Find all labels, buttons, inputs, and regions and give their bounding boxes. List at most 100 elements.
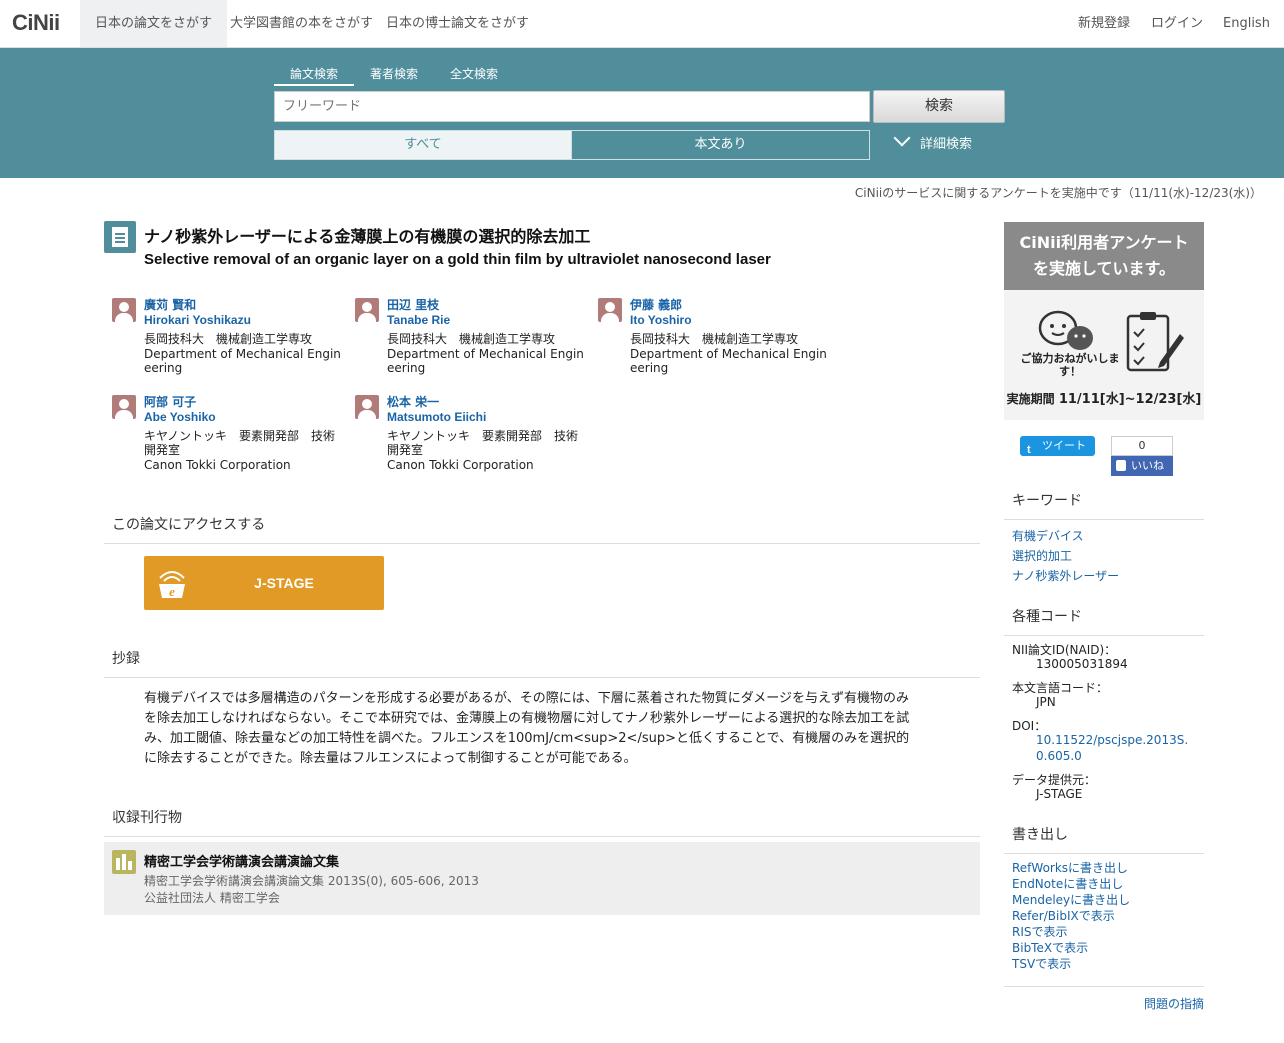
author-name-ja[interactable]: 松本 栄一 [387,395,587,410]
author-affiliation-en: Department of Mechanical Engineering [630,347,827,375]
author-affiliation-ja: 長岡技科大 機械創造工学専攻 [630,332,799,346]
export-endnote-link[interactable]: EndNoteに書き出し [1012,875,1123,892]
author-name-en[interactable]: Tanabe Rie [387,313,587,328]
author-affiliation-ja: キヤノントッキ 要素開発部 技術開発室 [387,429,579,457]
person-icon [355,298,379,322]
chevron-down-icon [893,129,911,147]
keyword-link[interactable]: 有機デバイス [1012,527,1084,544]
like-count: 0 [1111,436,1173,456]
author-affiliation-ja: 長岡技科大 機械創造工学専攻 [144,332,313,346]
facebook-like-widget[interactable]: 0 いいね [1111,436,1173,476]
author-card: 伊藤 義郎 Ito Yoshiro 長岡技科大 機械創造工学専攻 Departm… [598,298,830,375]
search-button[interactable]: 検索 [873,90,1005,123]
publication-title[interactable]: 精密工学会学術講演会講演論文集 [144,851,339,870]
export-ris-link[interactable]: RISで表示 [1012,923,1068,940]
tweet-label: ツイート [1042,440,1086,452]
banner-ask: ご協力おねがいします！ [1020,352,1120,378]
banner-period-label: 実施期間 [1006,392,1055,406]
author-name-en[interactable]: Matsumoto Eiichi [387,410,587,425]
banner-header: CiNii利用者アンケート を実施しています。 [1004,222,1204,290]
nav-tab-dissertations[interactable]: 日本の博士論文をさがす [371,0,544,47]
survey-notice[interactable]: CiNiiのサービスに関するアンケートを実施中です（11/11(水)-12/23… [855,184,1262,201]
export-mendeley-link[interactable]: Mendeleyに書き出し [1012,891,1130,908]
author-name-ja[interactable]: 伊藤 義郎 [630,298,830,313]
author-affiliation-en: Canon Tokki Corporation [387,458,534,472]
like-label: いいね [1131,459,1164,472]
report-problem-link[interactable]: 問題の指摘 [1144,995,1204,1012]
author-card: 松本 栄一 Matsumoto Eiichi キヤノントッキ 要素開発部 技術開… [355,395,587,472]
doi-link[interactable]: 10.11522/pscjspe.2013S.0.605.0 [1036,732,1196,764]
publication-card: 精密工学会学術講演会講演論文集 精密工学会学術講演会講演論文集 2013S(0)… [104,842,980,915]
keyword-link[interactable]: 選択的加工 [1012,547,1072,564]
author-affiliation-en: Canon Tokki Corporation [144,458,291,472]
codes-heading: 各種コード [1004,606,1204,636]
jstage-label: J-STAGE [254,575,314,591]
nav-tab-books[interactable]: 大学図書館の本をさがす [215,0,388,47]
nav-tab-articles[interactable]: 日本の論文をさがす [80,0,228,47]
jstage-button[interactable]: e J-STAGE [144,556,384,610]
author-name-en[interactable]: Hirokari Yoshikazu [144,313,344,328]
search-input[interactable] [274,91,870,122]
code-label: データ提供元： [1012,773,1097,787]
code-label: NII論文ID(NAID)： [1012,643,1117,657]
keywords-heading: キーワード [1004,490,1204,520]
thumbs-up-icon [1116,460,1126,471]
survey-banner[interactable]: CiNii利用者アンケート を実施しています。 ご協力おねがいします！ 実施期間… [1004,222,1204,420]
export-heading: 書き出し [1004,824,1204,854]
author-name-en[interactable]: Ito Yoshiro [630,313,830,328]
access-heading: この論文にアクセスする [104,514,980,544]
author-name-ja[interactable]: 田辺 里枝 [387,298,587,313]
author-name-ja[interactable]: 阿部 可子 [144,395,344,410]
advanced-search-label: 詳細検索 [920,137,973,152]
author-name-en[interactable]: Abe Yoshiko [144,410,344,425]
person-icon [355,395,379,419]
banner-line2: を実施しています。 [1033,259,1175,278]
export-tsv-link[interactable]: TSVで表示 [1012,955,1071,972]
search-tab-authors[interactable]: 著者検索 [370,65,418,86]
like-button[interactable]: いいね [1111,456,1173,476]
author-affiliation-en: Department of Mechanical Engineering [387,347,584,375]
keyword-link[interactable]: ナノ秒紫外レーザー [1012,567,1119,584]
author-name-ja[interactable]: 廣苅 賢和 [144,298,344,313]
abstract-heading: 抄録 [104,648,980,678]
search-band: 論文検索 著者検索 全文検索 検索 すべて 本文あり 詳細検索 [0,48,1284,178]
banner-period: 実施期間 11/11[水]~12/23[水] [1004,388,1204,407]
abstract-text: 有機デバイスでは多層構造のパターンを形成する必要があるが、その際には、下層に蒸着… [144,691,910,766]
banner-line1: CiNii利用者アンケート [1019,233,1189,252]
person-icon [112,395,136,419]
divider [1004,986,1204,987]
provider-value: J-STAGE [1036,787,1083,801]
publication-detail: 精密工学会学術講演会講演論文集 2013S(0), 605-606, 2013 [144,874,479,888]
author-card: 阿部 可子 Abe Yoshiko キヤノントッキ 要素開発部 技術開発室 Ca… [112,395,344,472]
banner-period-dates: 11/11[水]~12/23[水] [1058,392,1202,407]
english-link[interactable]: English [1223,0,1270,47]
tweet-button[interactable]: t ツイート [1020,436,1095,456]
filter-all[interactable]: すべて [274,130,572,160]
search-tab-fulltext[interactable]: 全文検索 [450,65,498,86]
language-value: JPN [1036,695,1056,709]
clipboard-checklist-icon [1126,312,1184,372]
login-link[interactable]: ログイン [1151,0,1203,47]
author-card: 廣苅 賢和 Hirokari Yoshikazu 長岡技科大 機械創造工学専攻 … [112,298,344,375]
document-icon [104,221,136,253]
author-affiliation-ja: キヤノントッキ 要素開発部 技術開発室 [144,429,336,457]
author-affiliation-ja: 長岡技科大 機械創造工学専攻 [387,332,556,346]
article-title-ja: ナノ秒紫外レーザーによる金薄膜上の有機膜の選択的除去加工 [144,227,591,246]
article-title-en: Selective removal of an organic layer on… [144,251,771,268]
author-card: 田辺 里枝 Tanabe Rie 長岡技科大 機械創造工学専攻 Departme… [355,298,587,375]
code-label: 本文言語コード： [1012,681,1109,695]
twitter-bird-icon: t [1027,444,1031,456]
filter-fulltext[interactable]: 本文あり [571,130,870,160]
journal-icon [112,850,136,874]
person-icon [112,298,136,322]
person-icon [598,298,622,322]
search-tab-articles[interactable]: 論文検索 [274,65,355,86]
export-refworks-link[interactable]: RefWorksに書き出し [1012,859,1128,876]
register-link[interactable]: 新規登録 [1078,0,1130,47]
chat-bubbles-icon [1038,310,1093,350]
publication-heading: 収録刊行物 [104,807,980,837]
export-refer-link[interactable]: Refer/BibIXで表示 [1012,907,1115,924]
cinii-logo[interactable]: CiNii [12,10,60,36]
advanced-search-toggle[interactable]: 詳細検索 [890,129,973,160]
export-bibtex-link[interactable]: BibTeXで表示 [1012,939,1088,956]
